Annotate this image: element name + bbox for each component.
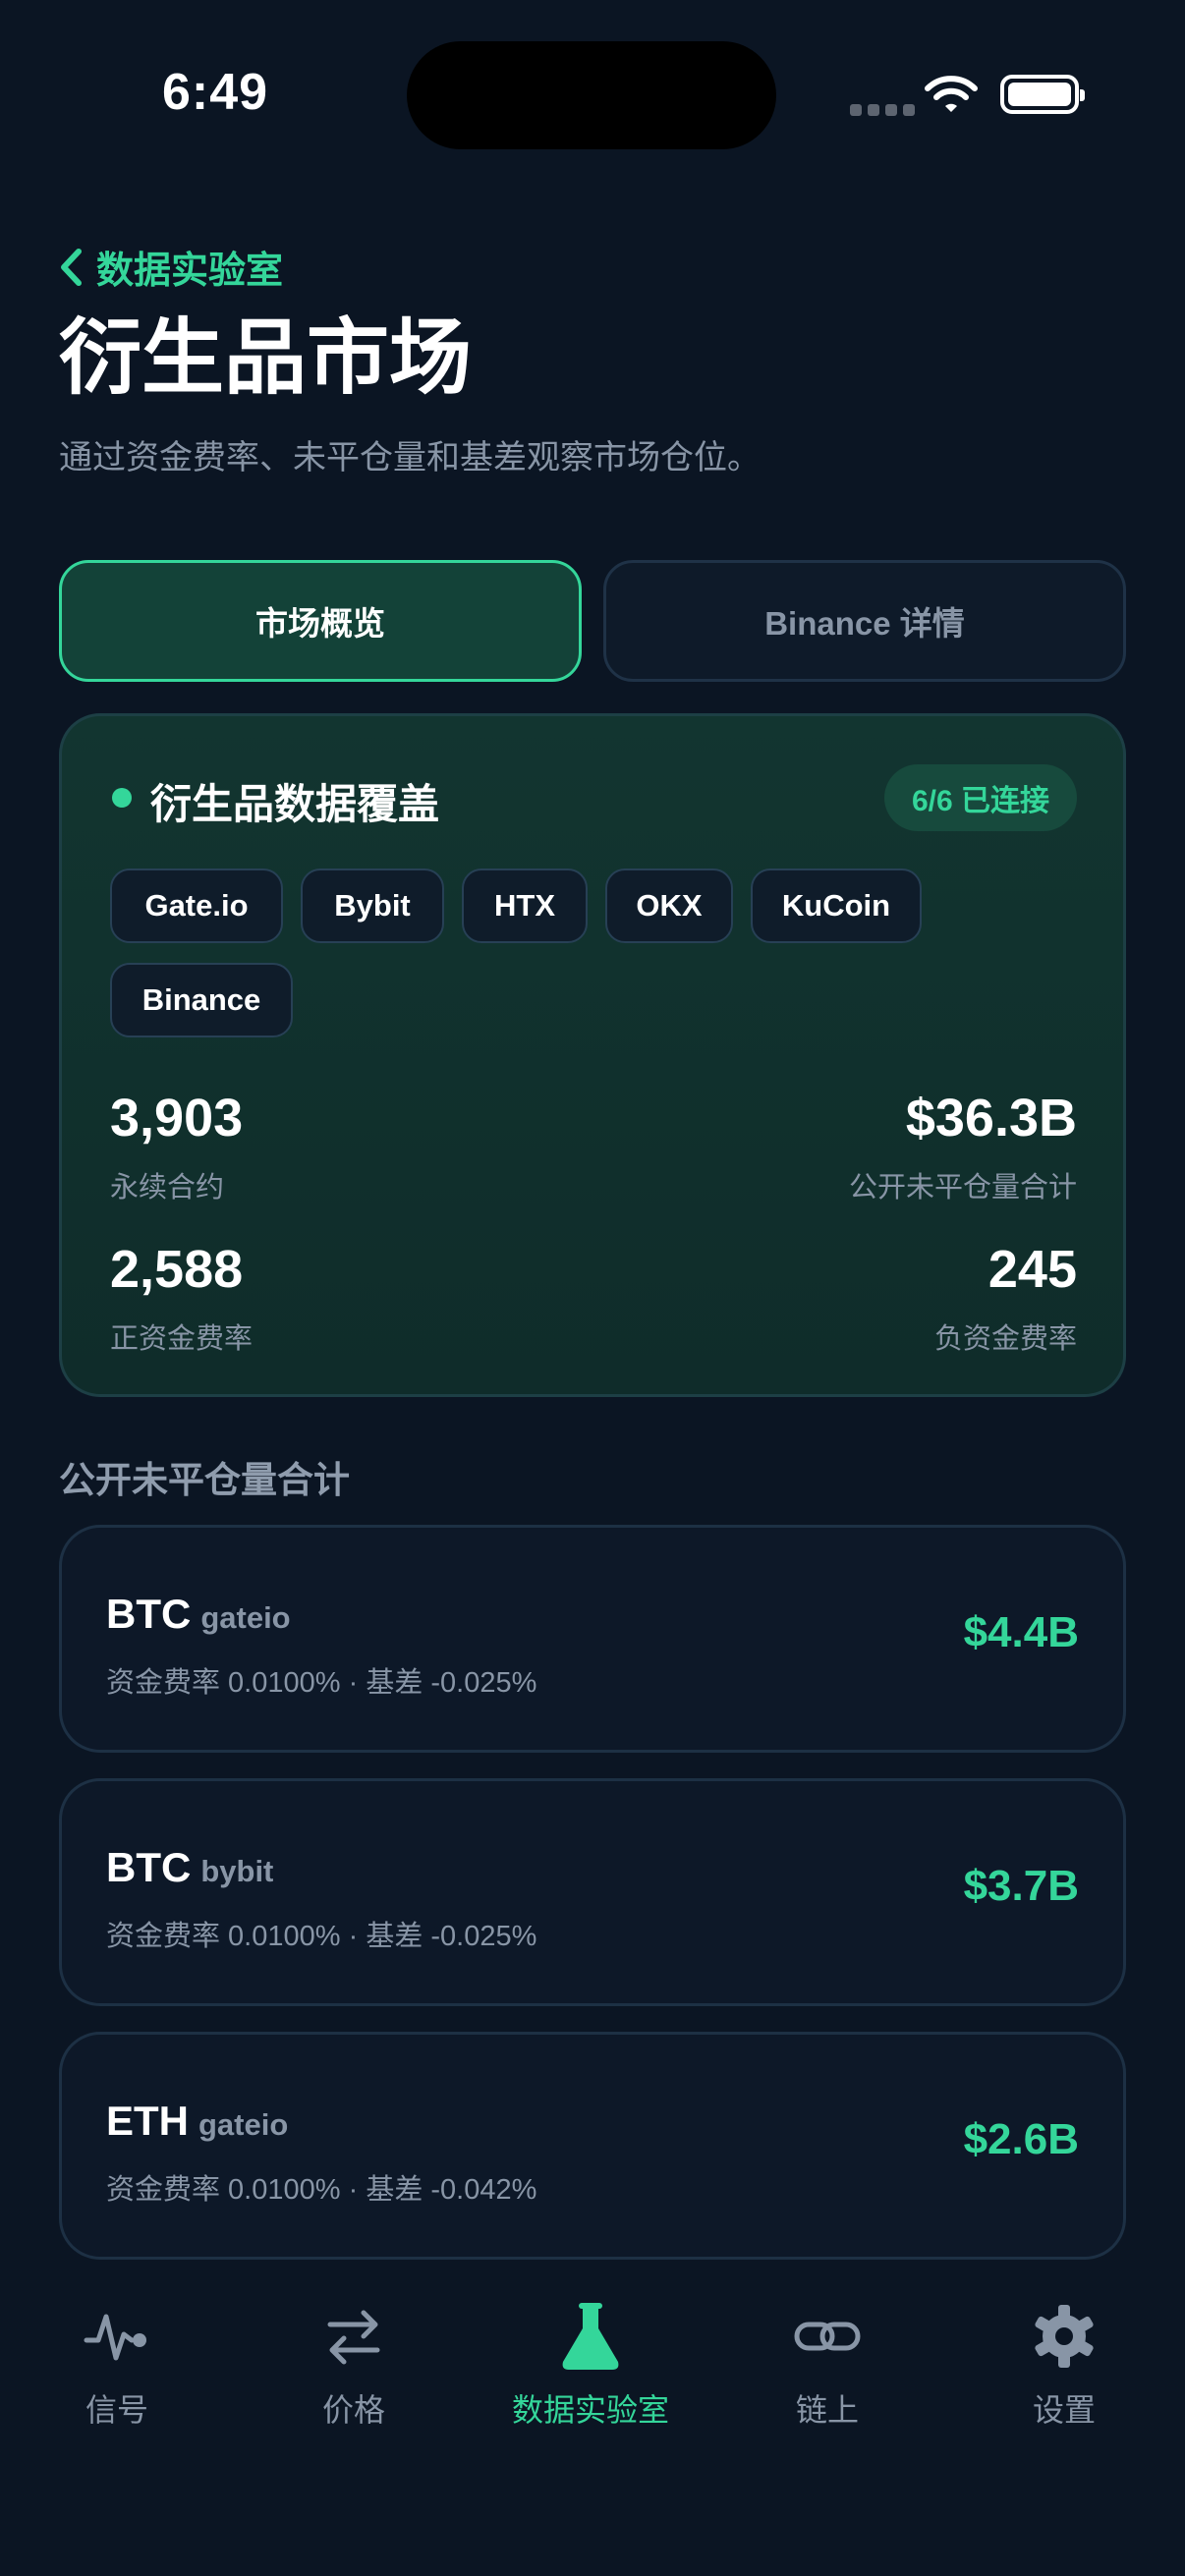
row-value: $4.4B bbox=[963, 1608, 1079, 1656]
status-dot-icon bbox=[112, 788, 132, 808]
nav-label: 数据实验室 bbox=[511, 2392, 669, 2428]
connected-badge: 6/6 已连接 bbox=[883, 764, 1077, 831]
back-label: 数据实验室 bbox=[96, 251, 284, 292]
coverage-title: 衍生品数据覆盖 bbox=[150, 781, 440, 827]
row-value: $3.7B bbox=[963, 1862, 1079, 1910]
negative-funding-count: 245 bbox=[988, 1240, 1077, 1299]
link-icon bbox=[794, 2322, 861, 2351]
swap-arrows-icon bbox=[327, 2310, 380, 2365]
nav-item-prices[interactable]: 价格 bbox=[265, 2301, 442, 2431]
oi-row[interactable]: BTC gateio 资金费率 0.0100% · 基差 -0.025% $4.4… bbox=[59, 1525, 1126, 1753]
nav-item-onchain[interactable]: 链上 bbox=[739, 2301, 916, 2431]
tab-binance-details[interactable]: Binance 详情 bbox=[603, 560, 1126, 682]
row-symbol: ETH gateio bbox=[106, 2098, 289, 2144]
row-exchange: gateio bbox=[198, 2107, 289, 2142]
chevron-left-icon bbox=[61, 248, 82, 286]
positive-funding-label: 正资金费率 bbox=[110, 1323, 254, 1355]
section-title: 公开未平仓量合计 bbox=[59, 1460, 350, 1500]
row-exchange: bybit bbox=[200, 1854, 274, 1888]
nav-label: 信号 bbox=[85, 2392, 148, 2428]
page-title: 衍生品市场 bbox=[59, 311, 473, 404]
row-value: $2.6B bbox=[963, 2115, 1079, 2163]
row-exchange: gateio bbox=[200, 1600, 291, 1635]
flask-icon bbox=[562, 2303, 619, 2370]
tab-market-overview[interactable]: 市场概览 bbox=[59, 560, 582, 682]
back-button[interactable]: 数据实验室 bbox=[59, 240, 283, 294]
open-interest-total: $36.3B bbox=[905, 1089, 1077, 1148]
open-interest-label: 公开未平仓量合计 bbox=[848, 1172, 1077, 1204]
exchange-chip-bybit[interactable]: Bybit bbox=[301, 868, 444, 943]
coverage-card: 衍生品数据覆盖 6/6 已连接 Gate.io Bybit HTX OKX Ku… bbox=[59, 713, 1126, 1397]
perpetuals-count: 3,903 bbox=[110, 1089, 244, 1148]
positive-funding-count: 2,588 bbox=[110, 1240, 244, 1299]
oi-row[interactable]: BTC bybit 资金费率 0.0100% · 基差 -0.025% $3.7B bbox=[59, 1778, 1126, 2006]
wifi-icon bbox=[925, 76, 978, 112]
row-meta: 资金费率 0.0100% · 基差 -0.042% bbox=[106, 2174, 537, 2206]
gear-icon bbox=[1035, 2305, 1094, 2368]
exchange-chip-okx[interactable]: OKX bbox=[605, 868, 733, 943]
row-symbol: BTC bybit bbox=[106, 1844, 274, 1890]
exchange-chip-kucoin[interactable]: KuCoin bbox=[751, 868, 922, 943]
dynamic-island bbox=[407, 41, 776, 149]
nav-label: 价格 bbox=[321, 2392, 385, 2428]
nav-label: 链上 bbox=[795, 2392, 859, 2428]
row-meta: 资金费率 0.0100% · 基差 -0.025% bbox=[106, 1921, 537, 1952]
exchange-chip-gateio[interactable]: Gate.io bbox=[110, 868, 283, 943]
status-time: 6:49 bbox=[162, 64, 269, 121]
oi-row[interactable]: ETH gateio 资金费率 0.0100% · 基差 -0.042% $2.6… bbox=[59, 2032, 1126, 2260]
exchange-chip-binance[interactable]: Binance bbox=[110, 963, 293, 1037]
exchange-chip-htx[interactable]: HTX bbox=[462, 868, 588, 943]
cellular-signal-icon bbox=[850, 104, 915, 116]
row-meta: 资金费率 0.0100% · 基差 -0.025% bbox=[106, 1667, 537, 1699]
row-symbol: BTC gateio bbox=[106, 1591, 291, 1637]
pulse-icon bbox=[84, 2314, 146, 2361]
page-subtitle: 通过资金费率、未平仓量和基差观察市场仓位。 bbox=[59, 439, 761, 476]
negative-funding-label: 负资金费率 bbox=[933, 1323, 1077, 1355]
nav-item-data-lab[interactable]: 数据实验室 bbox=[502, 2301, 679, 2431]
nav-label: 设置 bbox=[1032, 2392, 1096, 2428]
perpetuals-label: 永续合约 bbox=[110, 1172, 225, 1204]
nav-item-signals[interactable]: 信号 bbox=[28, 2301, 205, 2431]
nav-item-settings[interactable]: 设置 bbox=[976, 2301, 1153, 2431]
battery-icon bbox=[1000, 75, 1085, 114]
